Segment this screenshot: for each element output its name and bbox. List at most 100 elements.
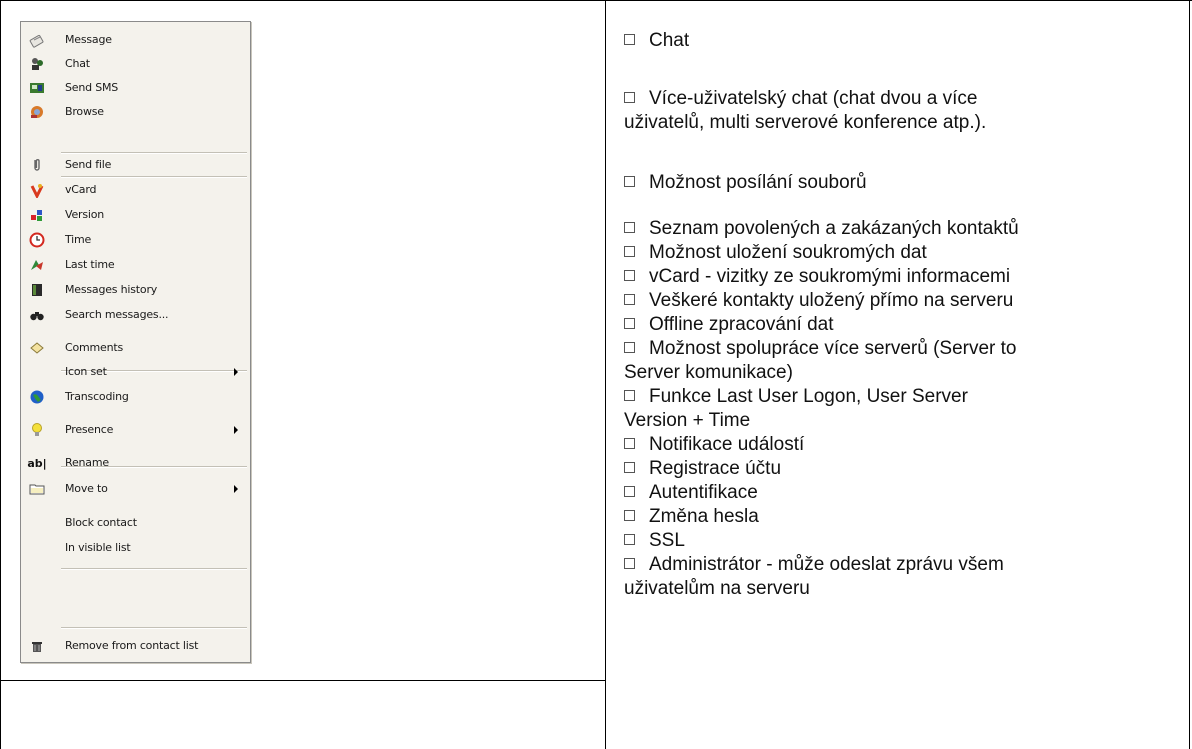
bullet-box-icon — [624, 270, 635, 281]
feature-item: Offline zpracování dat — [624, 313, 1179, 337]
table-column-divider — [605, 0, 606, 749]
bullet-box-icon — [624, 34, 635, 45]
feature-item: Seznam povolených a zakázaných kontaktů — [624, 217, 1179, 241]
menu-item-label: Send file — [65, 158, 112, 171]
feature-text: Notifikace událostí — [649, 434, 805, 455]
browse-globe-icon — [29, 104, 45, 120]
menu-item-label: Messages history — [65, 283, 158, 296]
menu-item-icon-set[interactable]: Icon set — [21, 361, 250, 383]
globe-icon — [29, 389, 45, 405]
feature-item: Funkce Last User Logon, User Server Vers… — [624, 385, 1179, 433]
feature-item: Změna hesla — [624, 505, 1179, 529]
feature-item: SSL — [624, 529, 1179, 553]
menu-item-version[interactable]: Version — [21, 204, 250, 226]
trash-bin-icon — [29, 638, 45, 654]
menu-item-label: Block contact — [65, 516, 137, 529]
menu-item-label: Remove from contact list — [65, 639, 199, 652]
chat-people-icon — [29, 56, 45, 72]
pencil-note-icon — [29, 32, 45, 48]
menu-separator — [61, 568, 247, 570]
feature-item: Více-uživatelský chat (chat dvou a více … — [624, 87, 1179, 135]
feature-text: Změna hesla — [649, 506, 759, 527]
feature-text: Veškeré kontakty uložený přímo na server… — [649, 290, 1014, 311]
submenu-arrow-icon — [234, 368, 238, 376]
menu-item-label: Presence — [65, 423, 114, 436]
clock-icon — [29, 232, 45, 248]
menu-item-move-to[interactable]: Move to — [21, 478, 250, 500]
menu-item-comments[interactable]: Comments — [21, 337, 250, 359]
sms-phone-icon — [29, 80, 45, 96]
paperclip-icon — [29, 157, 45, 173]
feature-text-continued: uživatelům na serveru — [624, 578, 810, 599]
version-blocks-icon — [29, 207, 45, 223]
bullet-box-icon — [624, 222, 635, 233]
bullet-box-icon — [624, 92, 635, 103]
menu-item-label: vCard — [65, 183, 97, 196]
menu-item-label: Time — [65, 233, 92, 246]
bullet-box-icon — [624, 390, 635, 401]
feature-item: Notifikace událostí — [624, 433, 1179, 457]
table-border-right — [1189, 0, 1190, 749]
menu-item-chat[interactable]: Chat — [21, 53, 250, 75]
feature-item: Chat — [624, 29, 1179, 53]
menu-separator — [61, 176, 247, 178]
lightbulb-icon — [29, 422, 45, 438]
menu-item-presence[interactable]: Presence — [21, 419, 250, 441]
menu-item-search-messages[interactable]: Search messages... — [21, 304, 250, 326]
menu-item-message[interactable]: Message — [21, 29, 250, 51]
feature-text: SSL — [649, 530, 685, 551]
menu-item-last-time[interactable]: Last time — [21, 254, 250, 276]
menu-item-transcoding[interactable]: Transcoding — [21, 386, 250, 408]
feature-text: Chat — [649, 30, 690, 51]
bullet-box-icon — [624, 462, 635, 473]
history-book-icon — [29, 282, 45, 298]
menu-item-send-file[interactable]: Send file — [21, 154, 250, 176]
rename-icon-text: ab| — [27, 456, 47, 470]
menu-item-remove-from-contact-list[interactable]: Remove from contact list — [21, 635, 250, 657]
feature-text: vCard - vizitky ze soukromými informacem… — [649, 266, 1011, 287]
bullet-box-icon — [624, 486, 635, 497]
feature-text-continued: uživatelů, multi serverové konference at… — [624, 112, 987, 133]
menu-item-vcard[interactable]: vCard — [21, 179, 250, 201]
menu-item-label: Transcoding — [65, 390, 129, 403]
rename-ab-icon: ab| — [25, 455, 49, 471]
feature-item: Administrátor - může odeslat zprávu všem… — [624, 553, 1179, 601]
table-border-left — [0, 0, 1, 749]
bullet-box-icon — [624, 342, 635, 353]
feature-item: vCard - vizitky ze soukromými informacem… — [624, 265, 1179, 289]
last-time-icon — [29, 257, 45, 273]
menu-item-label: Move to — [65, 482, 108, 495]
bullet-box-icon — [624, 438, 635, 449]
bullet-box-icon — [624, 318, 635, 329]
feature-item: Možnost spolupráce více serverů (Server … — [624, 337, 1179, 385]
menu-item-label: Send SMS — [65, 81, 119, 94]
table-row-divider — [0, 680, 606, 681]
menu-item-in-visible-list[interactable]: In visible list — [21, 537, 250, 559]
feature-text: Administrátor - může odeslat zprávu všem — [649, 554, 1004, 575]
feature-item: Autentifikace — [624, 481, 1179, 505]
feature-text: Funkce Last User Logon, User Server — [649, 386, 968, 407]
menu-item-send-sms[interactable]: Send SMS — [21, 77, 250, 99]
menu-item-block-contact[interactable]: Block contact — [21, 512, 250, 534]
menu-item-rename[interactable]: ab| Rename — [21, 452, 250, 474]
bullet-box-icon — [624, 294, 635, 305]
menu-separator — [61, 627, 247, 629]
menu-item-label: Chat — [65, 57, 90, 70]
feature-item: Možnost uložení soukromých dat — [624, 241, 1179, 265]
feature-item: Registrace účtu — [624, 457, 1179, 481]
feature-item: Možnost posílání souborů — [624, 171, 1179, 195]
bullet-box-icon — [624, 246, 635, 257]
menu-item-time[interactable]: Time — [21, 229, 250, 251]
menu-item-browse[interactable]: Browse — [21, 101, 250, 123]
feature-text: Offline zpracování dat — [649, 314, 834, 335]
feature-item: Veškeré kontakty uložený přímo na server… — [624, 289, 1179, 313]
feature-text: Možnost spolupráce více serverů (Server … — [649, 338, 1017, 359]
menu-item-label: Browse — [65, 105, 104, 118]
vcard-icon — [29, 182, 45, 198]
menu-item-messages-history[interactable]: Messages history — [21, 279, 250, 301]
menu-item-label: Rename — [65, 456, 109, 469]
submenu-arrow-icon — [234, 485, 238, 493]
menu-item-label: Last time — [65, 258, 115, 271]
contact-context-menu: Message Chat Send SMS Browse Send file v… — [20, 21, 251, 663]
table-border-top — [0, 0, 1192, 1]
